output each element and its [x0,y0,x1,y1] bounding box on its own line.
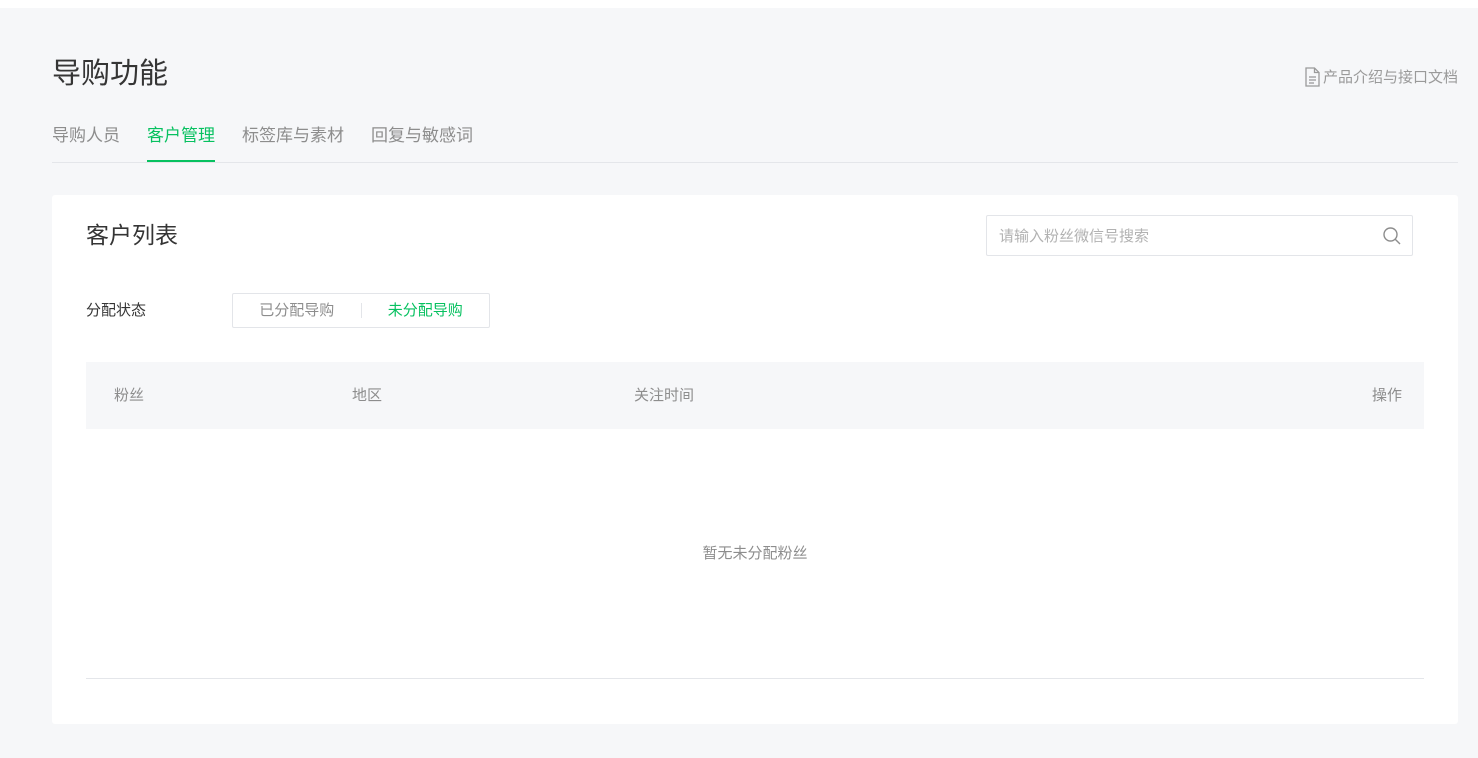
option-assigned[interactable]: 已分配导购 [233,294,361,327]
tab-customers[interactable]: 客户管理 [147,120,215,162]
column-actions: 操作 [1371,386,1402,404]
search-input[interactable] [987,216,1382,255]
search-icon[interactable] [1382,226,1402,246]
option-unassigned[interactable]: 未分配导购 [362,294,490,327]
search-box [986,215,1413,256]
customer-list-card: 客户列表 分配状态 已分配导购 未分配导购 粉丝 地区 关注时间 操作 暂无未分… [52,195,1458,724]
tab-bar: 导购人员 客户管理 标签库与素材 回复与敏感词 [52,120,1458,163]
assignment-status-switch: 已分配导购 未分配导购 [232,293,490,328]
tab-tags-materials[interactable]: 标签库与素材 [242,120,344,161]
table-header: 粉丝 地区 关注时间 操作 [86,362,1424,429]
column-fan: 粉丝 [114,386,145,404]
filter-label: 分配状态 [86,301,147,319]
empty-state-text: 暂无未分配粉丝 [702,544,808,562]
document-icon [1304,66,1321,87]
tab-guides[interactable]: 导购人员 [52,120,120,161]
table-bottom-border [86,678,1424,679]
column-region: 地区 [352,386,383,404]
page-title: 导购功能 [52,56,169,90]
card-title: 客户列表 [86,223,178,249]
doc-link[interactable]: 产品介绍与接口文档 [1304,66,1458,87]
doc-link-label[interactable]: 产品介绍与接口文档 [1323,66,1458,87]
column-follow-time: 关注时间 [634,386,695,404]
top-strip [0,0,1478,8]
tab-replies-keywords[interactable]: 回复与敏感词 [371,120,473,161]
